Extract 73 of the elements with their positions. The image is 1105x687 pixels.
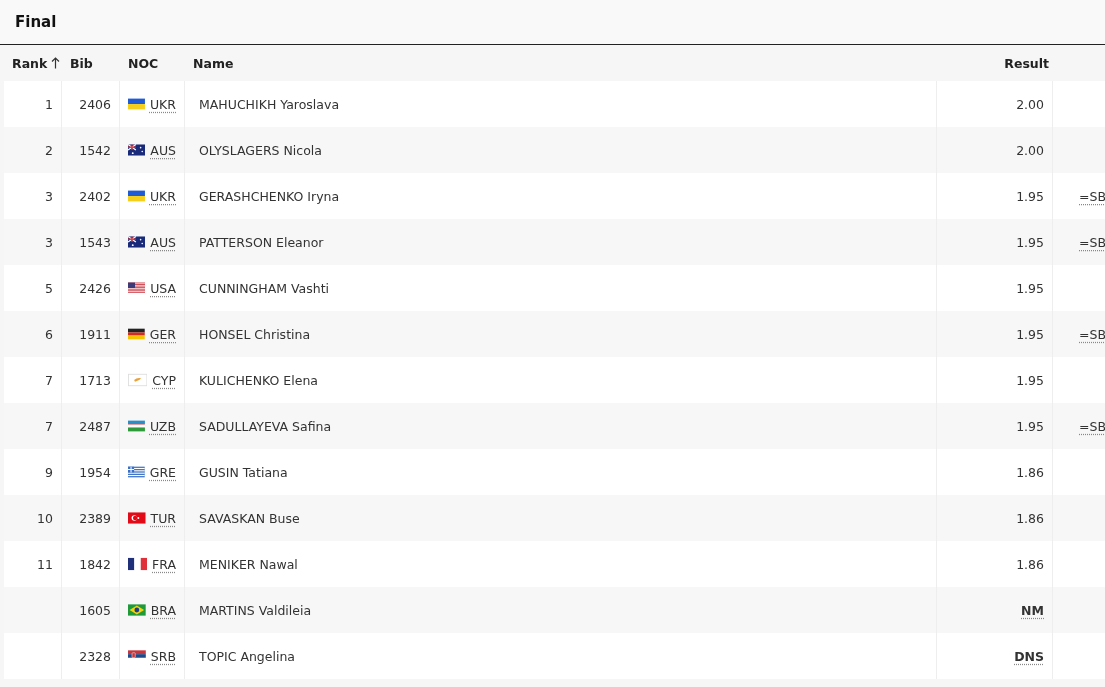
section-title: Final <box>15 13 57 31</box>
rank-cell: 2 <box>45 142 53 158</box>
column-header[interactable]: Bib <box>70 55 93 71</box>
rank-cell: 7 <box>45 372 53 388</box>
result-cell: 1.86 <box>1016 556 1044 572</box>
result-cell: 1.95 <box>1016 280 1044 296</box>
bib-cell: 1954 <box>79 464 111 480</box>
result-cell: 1.95 <box>1016 234 1044 250</box>
bib-cell: 2426 <box>79 280 111 296</box>
column-header[interactable]: Name <box>193 55 234 71</box>
bib-cell: 2406 <box>79 96 111 112</box>
result-cell: 1.95 <box>1016 326 1044 342</box>
rank-cell: 10 <box>37 510 53 526</box>
noc-code: UZB <box>149 418 176 434</box>
athlete-name: MARTINS Valdileia <box>199 602 312 618</box>
bib-cell: 1542 <box>79 142 111 158</box>
noc-code: BRA <box>150 602 176 618</box>
bib-cell: 2328 <box>79 648 111 664</box>
bib-cell: 1911 <box>79 326 111 342</box>
rank-cell: 1 <box>45 96 53 112</box>
column-header[interactable]: NOC <box>128 55 159 71</box>
athlete-name: OLYSLAGERS Nicola <box>199 142 322 158</box>
result-code: NM <box>1021 602 1044 618</box>
result-cell: 1.86 <box>1016 464 1044 480</box>
noc-code: SRB <box>150 648 176 664</box>
rank-cell: 11 <box>37 556 53 572</box>
bib-cell: 2389 <box>79 510 111 526</box>
noc-code: CYP <box>152 372 176 388</box>
athlete-name: MAHUCHIKH Yaroslava <box>199 96 340 112</box>
noc-code: TUR <box>150 510 176 526</box>
result-cell: 1.95 <box>1016 188 1044 204</box>
athlete-name: KULICHENKO Elena <box>199 372 318 388</box>
record-note: =SB <box>1079 234 1105 250</box>
rank-cell: 6 <box>45 326 53 342</box>
noc-code: USA <box>150 280 176 296</box>
bib-cell: 1543 <box>79 234 111 250</box>
athlete-name: MENIKER Nawal <box>199 556 298 572</box>
noc-code: FRA <box>152 556 176 572</box>
rank-cell: 3 <box>45 234 53 250</box>
record-note: =SB <box>1079 326 1105 342</box>
column-header[interactable]: Result <box>1004 55 1049 71</box>
noc-code: AUS <box>150 234 176 250</box>
noc-code: UKR <box>149 188 176 204</box>
athlete-name: HONSEL Christina <box>199 326 311 342</box>
athlete-name: GERASHCHENKO Iryna <box>199 188 340 204</box>
result-cell: 1.95 <box>1016 372 1044 388</box>
bib-cell: 1605 <box>79 602 111 618</box>
result-cell: 2.00 <box>1016 142 1044 158</box>
noc-code: UKR <box>149 96 176 112</box>
result-cell: 1.95 <box>1016 418 1044 434</box>
result-code: DNS <box>1014 648 1044 664</box>
bib-cell: 1713 <box>79 372 111 388</box>
column-header[interactable]: Rank <box>12 55 48 71</box>
noc-code: GER <box>149 326 176 342</box>
rank-cell: 7 <box>45 418 53 434</box>
athlete-name: GUSIN Tatiana <box>199 464 288 480</box>
rank-cell: 9 <box>45 464 53 480</box>
record-note: =SB <box>1079 188 1105 204</box>
noc-code: AUS <box>150 142 176 158</box>
athlete-name: TOPIC Angelina <box>199 648 296 664</box>
athlete-name: PATTERSON Eleanor <box>199 234 324 250</box>
rank-cell: 5 <box>45 280 53 296</box>
athlete-name: SAVASKAN Buse <box>199 510 300 526</box>
result-cell: 1.86 <box>1016 510 1044 526</box>
bib-cell: 2402 <box>79 188 111 204</box>
bib-cell: 1842 <box>79 556 111 572</box>
rank-cell: 3 <box>45 188 53 204</box>
noc-code: GRE <box>149 464 176 480</box>
record-note: =SB <box>1079 418 1105 434</box>
athlete-name: CUNNINGHAM Vashti <box>199 280 330 296</box>
athlete-name: SADULLAYEVA Safina <box>199 418 332 434</box>
bib-cell: 2487 <box>79 418 111 434</box>
result-cell: 2.00 <box>1016 96 1044 112</box>
